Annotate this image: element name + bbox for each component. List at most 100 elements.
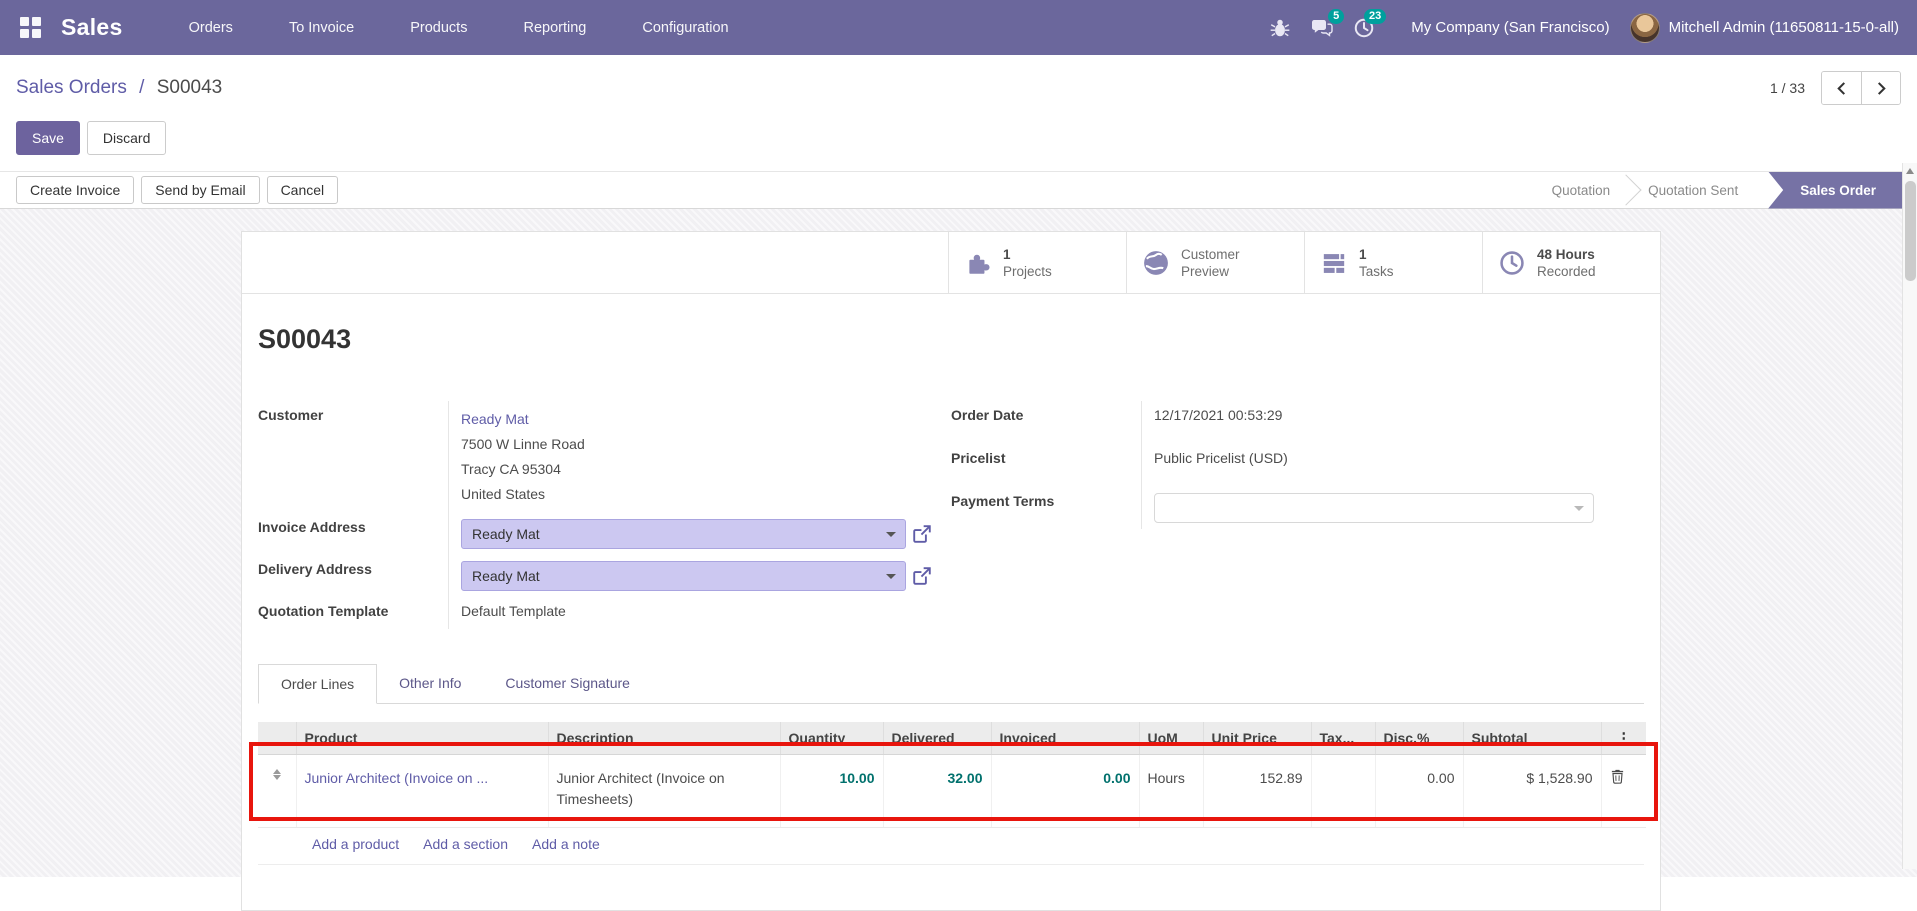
quotation-template-label: Quotation Template — [258, 597, 448, 629]
cell-invoiced[interactable]: 0.00 — [991, 755, 1139, 828]
chevron-down-icon — [1574, 506, 1584, 511]
cell-uom[interactable]: Hours — [1139, 755, 1203, 828]
statusbar: Quotation Quotation Sent Sales Order — [1532, 172, 1902, 209]
form-sheet: 1 Projects Customer Preview 1 — [241, 231, 1661, 911]
delivery-address-external-link-icon[interactable] — [912, 566, 932, 586]
table-footer-links: Add a product Add a section Add a note — [258, 828, 1644, 865]
order-lines-table-wrap: Product Description Quantity Delivered I… — [242, 704, 1660, 828]
form-right-column: Order Date 12/17/2021 00:53:29 Pricelist… — [951, 401, 1644, 629]
add-a-section-link[interactable]: Add a section — [423, 836, 508, 852]
app-name: Sales — [61, 14, 123, 41]
menu-to-invoice[interactable]: To Invoice — [261, 20, 382, 36]
activities-clock-icon[interactable]: 23 — [1353, 17, 1375, 39]
pager — [1821, 71, 1901, 105]
pager-previous-icon[interactable] — [1822, 72, 1861, 104]
order-lines-table: Product Description Quantity Delivered I… — [258, 722, 1646, 828]
cell-subtotal[interactable]: $ 1,528.90 — [1463, 755, 1601, 828]
scrollbar-thumb[interactable] — [1905, 181, 1916, 281]
header-disc: Disc.% — [1375, 722, 1463, 755]
cell-delivered[interactable]: 32.00 — [883, 755, 991, 828]
record-title: S00043 — [258, 324, 1660, 355]
invoice-address-external-link-icon[interactable] — [912, 524, 932, 544]
payment-terms-label: Payment Terms — [951, 487, 1141, 529]
menu-orders[interactable]: Orders — [161, 20, 261, 36]
cell-tax[interactable] — [1311, 755, 1375, 828]
toggle-columns-kebab-icon[interactable]: ⋮ — [1601, 722, 1646, 755]
tab-other-info[interactable]: Other Info — [377, 664, 483, 704]
pager-next-icon[interactable] — [1861, 72, 1900, 104]
tab-customer-signature[interactable]: Customer Signature — [483, 664, 652, 704]
header-quantity: Quantity — [780, 722, 883, 755]
company-switcher[interactable]: My Company (San Francisco) — [1411, 19, 1609, 36]
invoice-address-label: Invoice Address — [258, 513, 448, 555]
clock-icon — [1498, 249, 1526, 277]
drag-handle-icon[interactable] — [258, 755, 296, 828]
debug-bug-icon[interactable] — [1269, 17, 1291, 39]
quotation-template-value[interactable]: Default Template — [448, 597, 951, 629]
stat-projects-button[interactable]: 1 Projects — [948, 232, 1126, 293]
send-by-email-button[interactable]: Send by Email — [141, 176, 259, 204]
payment-terms-select[interactable] — [1154, 493, 1594, 523]
customer-label: Customer — [258, 401, 448, 513]
save-button[interactable]: Save — [16, 121, 80, 155]
status-sales-order[interactable]: Sales Order — [1768, 172, 1902, 209]
form-view-background: 1 Projects Customer Preview 1 — [0, 209, 1917, 877]
header-invoiced: Invoiced — [991, 722, 1139, 755]
cell-description[interactable]: Junior Architect (Invoice on Timesheets) — [548, 755, 780, 828]
add-a-note-link[interactable]: Add a note — [532, 836, 600, 852]
customer-address-line1: 7500 W Linne Road — [461, 432, 951, 457]
chevron-down-icon — [886, 574, 896, 579]
stat-button-row: 1 Projects Customer Preview 1 — [242, 232, 1660, 294]
delivery-address-select[interactable]: Ready Mat — [461, 561, 906, 591]
hours-recorded-count: 48 Hours — [1537, 246, 1596, 263]
menu-products[interactable]: Products — [382, 20, 495, 36]
add-a-product-link[interactable]: Add a product — [312, 836, 399, 852]
cell-disc[interactable]: 0.00 — [1375, 755, 1463, 828]
projects-count: 1 — [1003, 246, 1052, 263]
top-navbar: Sales Orders To Invoice Products Reporti… — [0, 0, 1917, 55]
apps-grid-icon[interactable] — [20, 17, 41, 38]
customer-preview-line1: Customer — [1181, 246, 1240, 263]
scrollbar-up-arrow-icon[interactable] — [1903, 163, 1917, 179]
cell-unit-price[interactable]: 152.89 — [1203, 755, 1311, 828]
invoice-address-select[interactable]: Ready Mat — [461, 519, 906, 549]
cell-product[interactable]: Junior Architect (Invoice on ... — [296, 755, 548, 828]
cancel-button[interactable]: Cancel — [267, 176, 339, 204]
activities-badge: 23 — [1364, 9, 1386, 24]
navbar-right: 5 23 My Company (San Francisco) Mitchell… — [1269, 13, 1899, 43]
breadcrumb-separator: / — [139, 77, 144, 98]
form-fields: Customer Ready Mat 7500 W Linne Road Tra… — [242, 401, 1660, 629]
create-invoice-button[interactable]: Create Invoice — [16, 176, 134, 204]
breadcrumb-sales-orders[interactable]: Sales Orders — [16, 77, 127, 98]
menu-reporting[interactable]: Reporting — [495, 20, 614, 36]
discard-button[interactable]: Discard — [87, 121, 166, 155]
invoice-address-value: Ready Mat — [472, 526, 540, 542]
messages-icon[interactable]: 5 — [1311, 17, 1333, 39]
delivery-address-value: Ready Mat — [472, 568, 540, 584]
pricelist-value[interactable]: Public Pricelist (USD) — [1141, 444, 1644, 487]
status-quotation-sent[interactable]: Quotation Sent — [1628, 172, 1758, 209]
stat-hours-recorded-button[interactable]: 48 Hours Recorded — [1482, 232, 1660, 293]
tasks-label: Tasks — [1359, 263, 1394, 280]
cell-quantity[interactable]: 10.00 — [780, 755, 883, 828]
user-menu[interactable]: Mitchell Admin (11650811-15-0-all) — [1630, 13, 1899, 43]
trash-icon[interactable] — [1610, 768, 1625, 784]
stat-tasks-button[interactable]: 1 Tasks — [1304, 232, 1482, 293]
header-tax: Tax... — [1311, 722, 1375, 755]
tab-order-lines[interactable]: Order Lines — [258, 664, 377, 704]
pager-counter: 1 / 33 — [1770, 80, 1805, 96]
header-uom: UoM — [1139, 722, 1203, 755]
tasks-icon — [1320, 249, 1348, 277]
menu-configuration[interactable]: Configuration — [614, 20, 756, 36]
pricelist-label: Pricelist — [951, 444, 1141, 487]
action-bar: Create Invoice Send by Email Cancel Quot… — [0, 171, 1917, 209]
projects-label: Projects — [1003, 263, 1052, 280]
field-order-date: Order Date 12/17/2021 00:53:29 — [951, 401, 1644, 444]
avatar — [1630, 13, 1660, 43]
order-date-value[interactable]: 12/17/2021 00:53:29 — [1141, 401, 1644, 444]
field-delivery-address: Delivery Address Ready Mat — [258, 555, 951, 597]
customer-link[interactable]: Ready Mat — [461, 407, 951, 432]
header-handle — [258, 722, 296, 755]
stat-customer-preview-button[interactable]: Customer Preview — [1126, 232, 1304, 293]
vertical-scrollbar[interactable] — [1902, 163, 1917, 869]
